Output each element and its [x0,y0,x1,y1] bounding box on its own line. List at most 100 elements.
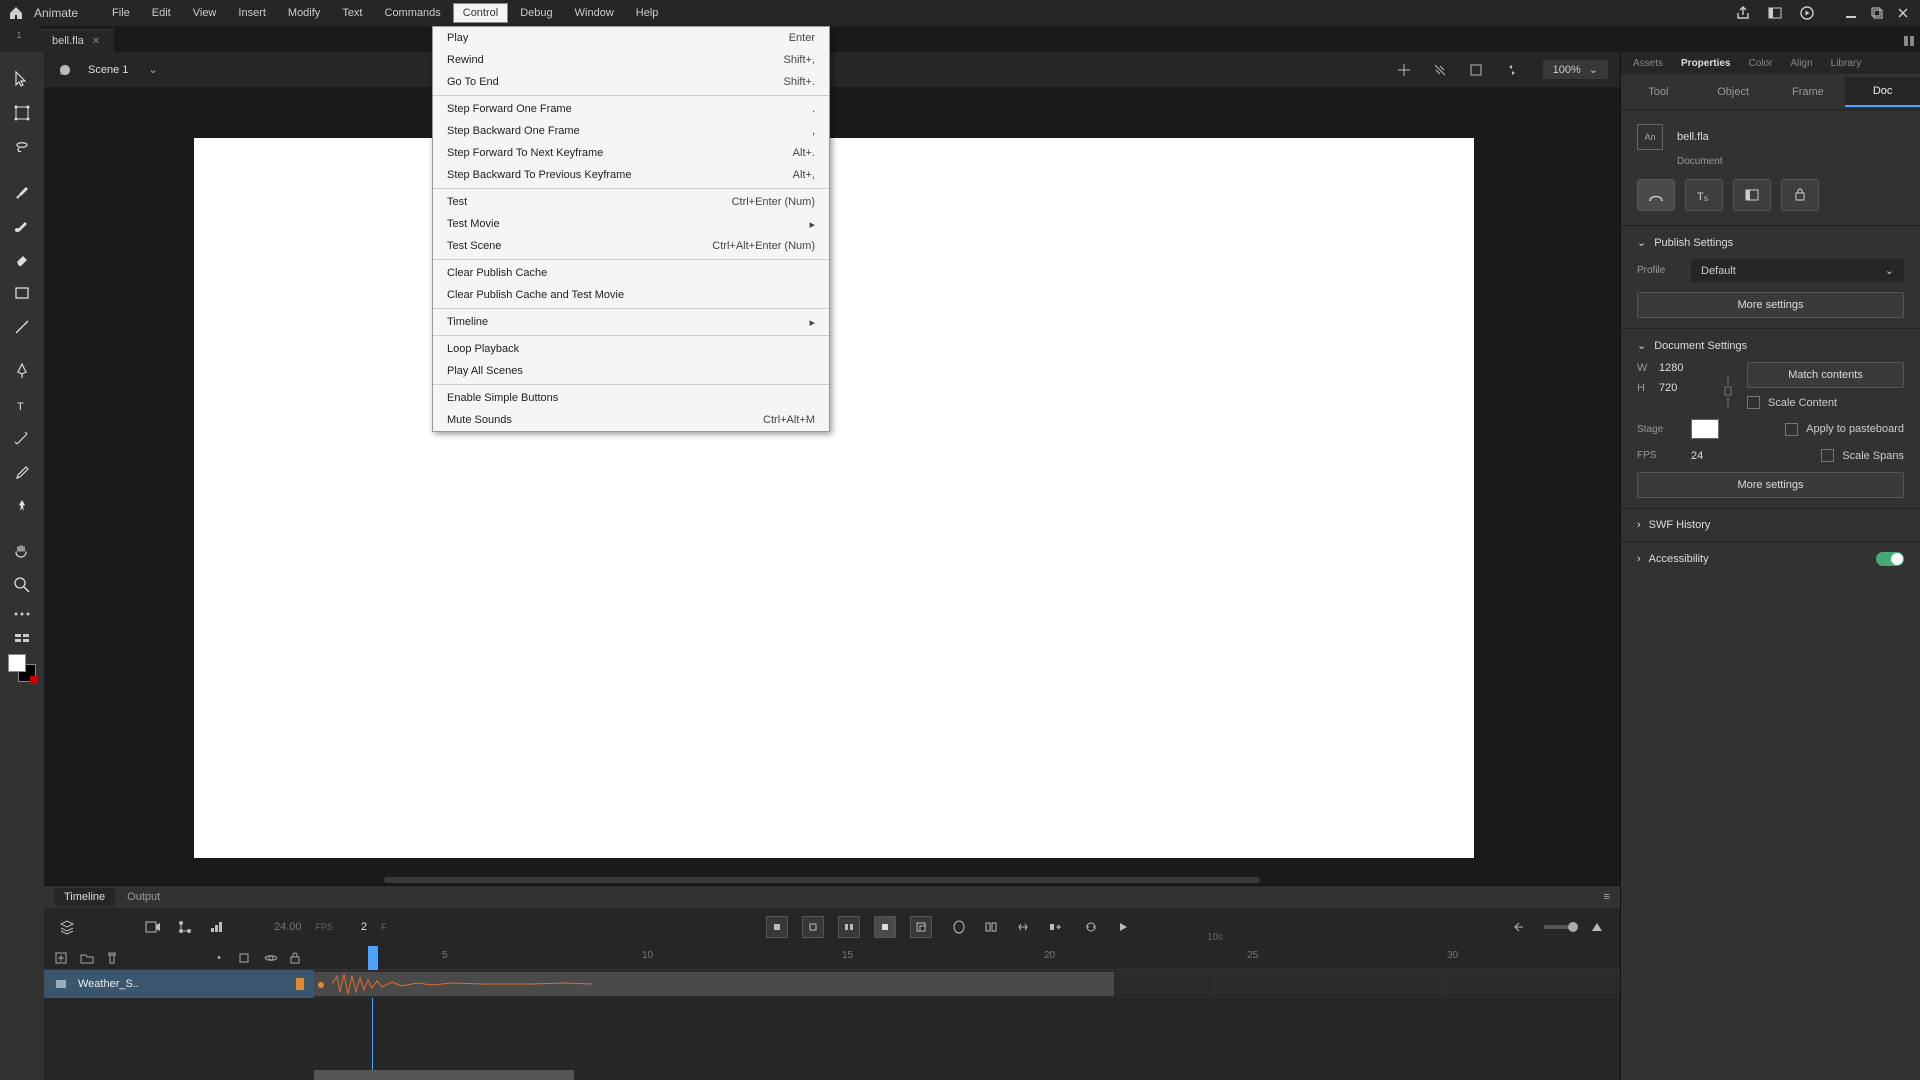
new-layer-icon[interactable] [54,951,68,965]
apply-pasteboard-checkbox[interactable]: Apply to pasteboard [1785,423,1904,436]
highlight-layer-icon[interactable]: • [212,952,226,964]
tab-color[interactable]: Color [1744,56,1776,71]
menu-item-rewind[interactable]: RewindShift+, [433,49,829,71]
eraser-tool-icon[interactable] [4,242,40,276]
playhead[interactable] [368,946,378,970]
menu-item-go-to-end[interactable]: Go To EndShift+. [433,71,829,93]
menu-item-mute-sounds[interactable]: Mute SoundsCtrl+Alt+M [433,409,829,431]
menu-item-play[interactable]: PlayEnter [433,27,829,49]
match-contents-button[interactable]: Match contents [1747,362,1904,388]
menu-item-step-forward[interactable]: Step Forward One Frame. [433,98,829,120]
height-value[interactable]: 720 [1659,382,1709,394]
menu-item-play-all-scenes[interactable]: Play All Scenes [433,360,829,382]
mode-icon-2[interactable]: T₅ [1685,179,1723,211]
layer-name[interactable]: Weather_S.. [78,978,286,990]
rectangle-tool-icon[interactable] [4,276,40,310]
home-icon[interactable] [6,3,26,23]
hand-tool-icon[interactable] [4,534,40,568]
insert-keyframe-icon[interactable] [766,916,788,938]
menu-item-test[interactable]: TestCtrl+Enter (Num) [433,191,829,213]
menu-commands[interactable]: Commands [375,3,451,23]
auto-keyframe-icon[interactable] [874,916,896,938]
fps-value[interactable]: 24 [1691,450,1703,462]
stage-color-swatch[interactable] [1691,419,1719,439]
subtab-frame[interactable]: Frame [1771,78,1846,106]
text-tool-icon[interactable]: T [4,388,40,422]
fit-stage-icon[interactable] [1465,59,1487,81]
share-icon[interactable] [1734,4,1752,22]
stage-canvas[interactable] [194,138,1474,858]
lock-icon[interactable] [290,952,304,964]
lasso-tool-icon[interactable] [4,130,40,164]
timeline-zoom-slider[interactable] [1544,925,1574,929]
accessibility-section[interactable]: › Accessibility [1621,541,1920,576]
layers-icon[interactable] [58,918,76,936]
menu-control[interactable]: Control [453,3,508,23]
publish-more-settings-button[interactable]: More settings [1637,292,1904,318]
swf-history-section[interactable]: › SWF History [1621,508,1920,541]
fill-color-swatch[interactable] [8,654,26,672]
menu-item-timeline[interactable]: Timeline▸ [433,311,829,333]
outline-layer-icon[interactable] [238,952,252,964]
menu-view[interactable]: View [183,3,227,23]
menu-item-enable-simple-buttons[interactable]: Enable Simple Buttons [433,387,829,409]
scene-icon[interactable] [56,61,74,79]
output-tab[interactable]: Output [117,888,170,906]
loop-icon[interactable] [1082,918,1100,936]
menu-item-loop-playback[interactable]: Loop Playback [433,338,829,360]
play-circle-icon[interactable] [1798,4,1816,22]
tab-assets[interactable]: Assets [1629,56,1667,71]
clip-stage-icon[interactable] [1429,59,1451,81]
width-value[interactable]: 1280 [1659,362,1709,374]
menu-item-step-prev-keyframe[interactable]: Step Backward To Previous KeyframeAlt+, [433,164,829,186]
selection-tool-icon[interactable] [4,62,40,96]
menu-item-test-movie[interactable]: Test Movie▸ [433,213,829,235]
maximize-button[interactable] [1866,4,1888,22]
zoom-tool-icon[interactable] [4,568,40,602]
stage-horizontal-scrollbar[interactable] [384,877,1260,883]
swap-colors-icon[interactable] [30,676,38,684]
layer-row[interactable]: Weather_S.. [44,970,314,998]
keyframe-marker[interactable] [318,982,324,988]
track-row[interactable] [314,970,1620,998]
edit-toolbar-icon[interactable] [4,626,40,650]
tab-align[interactable]: Align [1786,56,1816,71]
minimize-button[interactable] [1840,4,1862,22]
mode-icon-4[interactable] [1781,179,1819,211]
marker-icon[interactable] [1014,918,1032,936]
menu-modify[interactable]: Modify [278,3,330,23]
accessibility-toggle[interactable] [1876,552,1904,566]
tab-properties[interactable]: Properties [1677,56,1734,71]
menu-help[interactable]: Help [626,3,669,23]
menu-text[interactable]: Text [332,3,372,23]
subtab-tool[interactable]: Tool [1621,78,1696,106]
mode-icon-3[interactable] [1733,179,1771,211]
edit-multiple-frames-icon[interactable] [982,918,1000,936]
close-tab-icon[interactable]: ✕ [92,36,100,47]
menu-insert[interactable]: Insert [228,3,276,23]
scene-name[interactable]: Scene 1 [88,64,128,76]
insert-frame-icon[interactable] [838,916,860,938]
doc-more-settings-button[interactable]: More settings [1637,472,1904,498]
layer-parent-icon[interactable] [176,918,194,936]
visibility-icon[interactable] [264,953,278,963]
profile-select[interactable]: Default ⌄ [1691,259,1904,282]
new-folder-icon[interactable] [80,952,94,964]
center-stage-icon[interactable] [1393,59,1415,81]
timeline-ruler[interactable]: 5 10 15 20 25 30 10s [314,946,1620,970]
stage-viewport[interactable] [44,88,1620,885]
scene-chevron-down-icon[interactable]: ⌄ [148,63,157,76]
scale-spans-checkbox[interactable]: Scale Spans [1821,449,1904,462]
panel-collapse-icon[interactable] [1898,30,1920,52]
timeline-horizontal-scrollbar[interactable] [314,1070,574,1080]
create-tween-icon[interactable] [1046,918,1064,936]
subtab-doc[interactable]: Doc [1845,77,1920,107]
document-settings-header[interactable]: ⌄ Document Settings [1637,339,1904,352]
timeline-tab[interactable]: Timeline [54,888,115,906]
wand-tool-icon[interactable] [4,422,40,456]
menu-window[interactable]: Window [565,3,624,23]
camera-icon[interactable] [144,918,162,936]
remove-frame-icon[interactable] [910,916,932,938]
pin-tool-icon[interactable] [4,490,40,524]
brush-tool-icon[interactable] [4,174,40,208]
